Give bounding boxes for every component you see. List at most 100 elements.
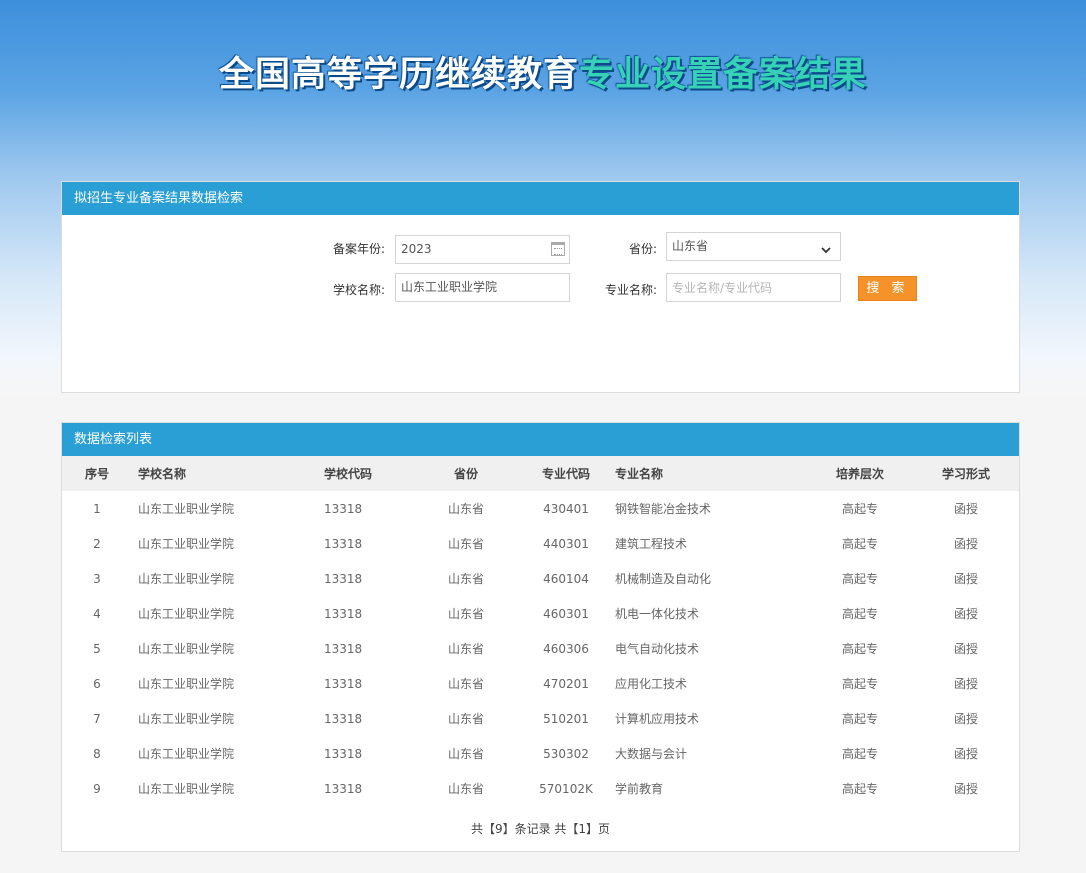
cell-province: 山东省 bbox=[447, 537, 484, 551]
cell-school-name: 山东工业职业学院 bbox=[138, 712, 235, 726]
cell-index: 3 bbox=[93, 571, 101, 586]
cell-index: 2 bbox=[93, 536, 101, 551]
cell-school-code: 13318 bbox=[324, 676, 363, 691]
cell-school-code: 13318 bbox=[324, 746, 363, 761]
cell-level: 高起专 bbox=[841, 677, 878, 691]
cell-index: 7 bbox=[93, 711, 101, 726]
chevron-down-icon bbox=[820, 239, 832, 266]
cell-province: 山东省 bbox=[447, 607, 484, 621]
cell-level: 高起专 bbox=[841, 642, 878, 656]
calendar-icon[interactable] bbox=[551, 242, 565, 256]
cell-major-name: 学前教育 bbox=[615, 782, 664, 796]
page-title: 全国高等学历继续教育专业设置备案结果 bbox=[0, 46, 1086, 97]
table-row: 2 山东工业职业学院 13318 山东省 440301 建筑工程技术 高起专 函授 bbox=[62, 526, 1019, 561]
cell-school-name: 山东工业职业学院 bbox=[138, 502, 235, 516]
table-row: 7 山东工业职业学院 13318 山东省 510201 计算机应用技术 高起专 函授 bbox=[62, 701, 1019, 736]
table-row: 6 山东工业职业学院 13318 山东省 470201 应用化工技术 高起专 函授 bbox=[62, 666, 1019, 701]
cell-major-name: 机电一体化技术 bbox=[615, 607, 700, 621]
school-label: 学校名称: bbox=[332, 283, 385, 297]
table-header-row: 序号 学校名称 学校代码 省份 专业代码 专业名称 培养层次 学习形式 bbox=[62, 456, 1019, 491]
list-panel-title: 数据检索列表 bbox=[62, 423, 1019, 456]
cell-study-mode: 函授 bbox=[953, 642, 978, 656]
col-header-study-mode: 学习形式 bbox=[941, 467, 990, 481]
cell-school-code: 13318 bbox=[324, 571, 363, 586]
cell-major-name: 应用化工技术 bbox=[615, 677, 688, 691]
cell-level: 高起专 bbox=[841, 712, 878, 726]
cell-major-code: 460104 bbox=[543, 571, 589, 586]
cell-study-mode: 函授 bbox=[953, 572, 978, 586]
cell-province: 山东省 bbox=[447, 572, 484, 586]
cell-major-code: 510201 bbox=[543, 711, 589, 726]
province-label: 省份: bbox=[628, 242, 657, 256]
col-header-major-code: 专业代码 bbox=[541, 467, 590, 481]
cell-school-name: 山东工业职业学院 bbox=[138, 607, 235, 621]
cell-level: 高起专 bbox=[841, 537, 878, 551]
cell-major-code: 460306 bbox=[543, 641, 589, 656]
year-field[interactable]: 2023 bbox=[395, 235, 570, 264]
cell-major-code: 440301 bbox=[543, 536, 589, 551]
cell-index: 5 bbox=[93, 641, 101, 656]
cell-index: 4 bbox=[93, 606, 101, 621]
cell-major-code: 530302 bbox=[543, 746, 589, 761]
table-row: 8 山东工业职业学院 13318 山东省 530302 大数据与会计 高起专 函授 bbox=[62, 736, 1019, 771]
cell-school-name: 山东工业职业学院 bbox=[138, 677, 235, 691]
pagination-summary: 共【9】条记录 共【1】页 bbox=[470, 822, 611, 836]
table-row: 5 山东工业职业学院 13318 山东省 460306 电气自动化技术 高起专 函授 bbox=[62, 631, 1019, 666]
col-header-major-name: 专业名称 bbox=[615, 467, 664, 481]
major-label: 专业名称: bbox=[604, 283, 657, 297]
cell-major-name: 计算机应用技术 bbox=[615, 712, 700, 726]
cell-study-mode: 函授 bbox=[953, 712, 978, 726]
cell-index: 8 bbox=[93, 746, 101, 761]
cell-study-mode: 函授 bbox=[953, 607, 978, 621]
cell-province: 山东省 bbox=[447, 747, 484, 761]
result-list-panel: 数据检索列表 序号 学校名称 学校代码 省份 专业代码 专业名称 培养层次 学习… bbox=[61, 422, 1020, 852]
cell-school-name: 山东工业职业学院 bbox=[138, 642, 235, 656]
result-table: 序号 学校名称 学校代码 省份 专业代码 专业名称 培养层次 学习形式 1 山东工… bbox=[62, 456, 1019, 806]
table-row: 9 山东工业职业学院 13318 山东省 570102K 学前教育 高起专 函授 bbox=[62, 771, 1019, 806]
province-value: 山东省 bbox=[672, 239, 709, 253]
cell-school-name: 山东工业职业学院 bbox=[138, 782, 235, 796]
cell-province: 山东省 bbox=[447, 712, 484, 726]
search-button[interactable]: 搜 索 bbox=[858, 276, 917, 301]
cell-level: 高起专 bbox=[841, 607, 878, 621]
cell-index: 9 bbox=[93, 781, 101, 796]
year-label: 备案年份: bbox=[332, 242, 385, 256]
col-header-school-name: 学校名称 bbox=[138, 467, 187, 481]
cell-province: 山东省 bbox=[447, 677, 484, 691]
major-input[interactable] bbox=[666, 273, 841, 302]
cell-major-name: 大数据与会计 bbox=[615, 747, 688, 761]
school-field[interactable]: 山东工业职业学院 bbox=[395, 273, 570, 302]
cell-index: 1 bbox=[93, 501, 101, 516]
page-title-part2: 专业设置备案结果 bbox=[579, 55, 868, 95]
cell-index: 6 bbox=[93, 676, 101, 691]
col-header-school-code: 学校代码 bbox=[324, 467, 373, 481]
cell-school-name: 山东工业职业学院 bbox=[138, 572, 235, 586]
cell-major-code: 460301 bbox=[543, 606, 589, 621]
search-panel: 拟招生专业备案结果数据检索 备案年份: 2023 省份: 山东省 学校名称: 山… bbox=[61, 181, 1020, 393]
cell-study-mode: 函授 bbox=[953, 502, 978, 516]
cell-school-code: 13318 bbox=[324, 606, 363, 621]
cell-school-name: 山东工业职业学院 bbox=[138, 747, 235, 761]
table-row: 3 山东工业职业学院 13318 山东省 460104 机械制造及自动化 高起专 函授 bbox=[62, 561, 1019, 596]
cell-major-name: 机械制造及自动化 bbox=[615, 572, 712, 586]
cell-major-name: 钢铁智能冶金技术 bbox=[615, 502, 712, 516]
cell-level: 高起专 bbox=[841, 502, 878, 516]
cell-school-code: 13318 bbox=[324, 641, 363, 656]
cell-study-mode: 函授 bbox=[953, 677, 978, 691]
cell-province: 山东省 bbox=[447, 782, 484, 796]
cell-school-code: 13318 bbox=[324, 711, 363, 726]
search-panel-title: 拟招生专业备案结果数据检索 bbox=[62, 182, 1019, 215]
col-header-level: 培养层次 bbox=[835, 467, 884, 481]
year-value: 2023 bbox=[401, 242, 432, 256]
cell-study-mode: 函授 bbox=[953, 537, 978, 551]
cell-level: 高起专 bbox=[841, 572, 878, 586]
cell-level: 高起专 bbox=[841, 782, 878, 796]
cell-major-code: 430401 bbox=[543, 501, 589, 516]
cell-study-mode: 函授 bbox=[953, 747, 978, 761]
province-select[interactable]: 山东省 bbox=[666, 232, 841, 261]
cell-school-code: 13318 bbox=[324, 781, 363, 796]
cell-major-code: 570102K bbox=[539, 781, 593, 796]
col-header-province: 省份 bbox=[453, 467, 478, 481]
cell-school-name: 山东工业职业学院 bbox=[138, 537, 235, 551]
cell-study-mode: 函授 bbox=[953, 782, 978, 796]
